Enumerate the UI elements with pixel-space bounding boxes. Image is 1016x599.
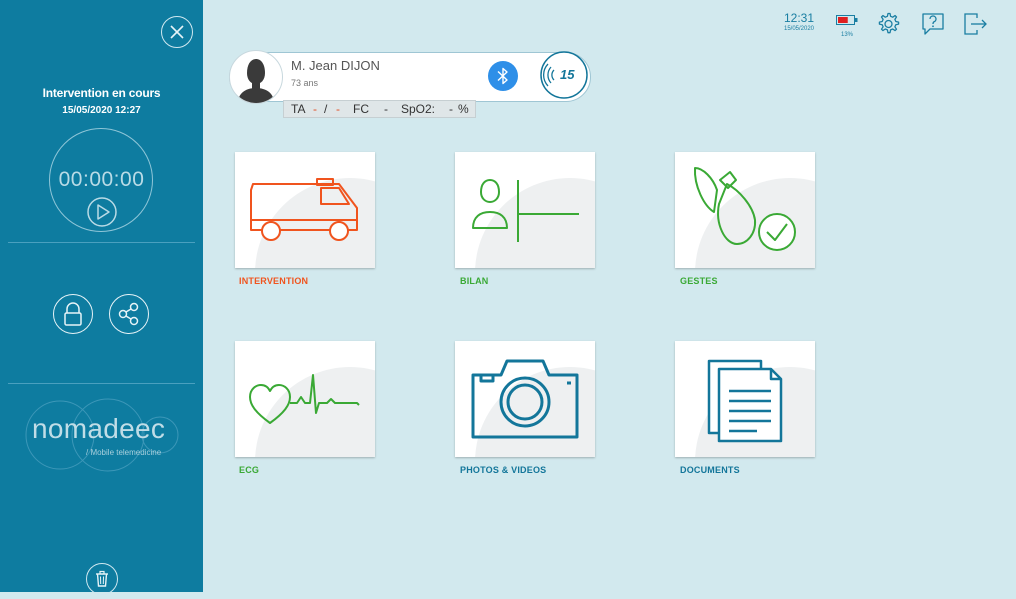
intervention-status-title: Intervention en cours bbox=[0, 86, 203, 100]
settings-button[interactable] bbox=[875, 11, 901, 37]
bluetooth-button[interactable] bbox=[488, 61, 518, 91]
intervention-status-datetime: 15/05/2020 12:27 bbox=[0, 105, 203, 116]
patient-card[interactable] bbox=[229, 52, 591, 102]
delete-button[interactable] bbox=[86, 563, 118, 595]
battery-status: 13% bbox=[836, 12, 858, 38]
ta-label: TA bbox=[291, 101, 305, 118]
battery-percent: 13% bbox=[836, 32, 858, 38]
close-icon bbox=[162, 17, 192, 47]
battery-icon bbox=[836, 15, 858, 25]
patient-assessment-icon bbox=[455, 152, 595, 268]
sidebar: Intervention en cours 15/05/2020 12:27 0… bbox=[0, 0, 203, 592]
tile-documents[interactable] bbox=[675, 341, 815, 457]
clock-time: 12:31 bbox=[776, 11, 822, 25]
tile-label-documents: DOCUMENTS bbox=[680, 465, 740, 475]
spo2-unit: % bbox=[458, 101, 469, 118]
lock-icon bbox=[54, 295, 92, 333]
patient-age: 73 ans bbox=[291, 78, 318, 88]
trash-icon bbox=[87, 564, 117, 594]
vitals-bar: TA - / - FC - SpO2: - % bbox=[283, 100, 476, 118]
camera-icon bbox=[455, 341, 595, 457]
fc-value: - bbox=[384, 101, 388, 118]
tile-bilan[interactable] bbox=[455, 152, 595, 268]
nomadeec-logo: nomadeec / Mobile telemedicine bbox=[20, 395, 190, 475]
play-icon bbox=[86, 196, 118, 228]
samu-15-badge[interactable]: 15 bbox=[540, 51, 588, 99]
tile-ecg[interactable] bbox=[235, 341, 375, 457]
ta-systolic: - bbox=[313, 101, 317, 118]
sidebar-divider bbox=[8, 383, 195, 384]
documents-icon bbox=[675, 341, 815, 457]
tile-label-bilan: BILAN bbox=[460, 276, 489, 286]
fc-label: FC bbox=[353, 101, 369, 118]
badge-number: 15 bbox=[560, 67, 574, 82]
tile-photos-videos[interactable] bbox=[455, 341, 595, 457]
spo2-label: SpO2: bbox=[401, 101, 435, 118]
tile-intervention[interactable] bbox=[235, 152, 375, 268]
tile-gestes[interactable] bbox=[675, 152, 815, 268]
patient-name: M. Jean DIJON bbox=[291, 58, 380, 73]
timer-play-button[interactable] bbox=[86, 196, 118, 228]
timer-display: 00:00:00 bbox=[0, 168, 203, 192]
share-icon bbox=[110, 295, 148, 333]
tile-label-gestes: GESTES bbox=[680, 276, 718, 286]
clock: 12:31 15/05/2020 bbox=[776, 11, 822, 32]
tile-label-photos-videos: PHOTOS & VIDEOS bbox=[460, 465, 546, 475]
clock-date: 15/05/2020 bbox=[776, 26, 822, 32]
help-icon bbox=[920, 11, 946, 37]
ta-diastolic: - bbox=[336, 101, 340, 118]
logo-subtitle: / Mobile telemedicine bbox=[86, 448, 161, 457]
share-button[interactable] bbox=[109, 294, 149, 334]
ecg-heart-icon bbox=[235, 341, 375, 457]
tile-label-intervention: INTERVENTION bbox=[239, 276, 308, 286]
ambulance-icon bbox=[235, 152, 375, 268]
logout-button[interactable] bbox=[963, 11, 989, 37]
medical-gestures-icon bbox=[675, 152, 815, 268]
spo2-value: - bbox=[449, 101, 453, 118]
person-avatar-icon bbox=[230, 51, 282, 103]
patient-avatar bbox=[229, 50, 283, 104]
help-button[interactable] bbox=[920, 11, 946, 37]
logout-icon bbox=[963, 11, 989, 37]
tile-label-ecg: ECG bbox=[239, 465, 259, 475]
close-button[interactable] bbox=[161, 16, 193, 48]
gear-icon bbox=[875, 11, 901, 37]
ta-separator: / bbox=[324, 101, 327, 118]
bluetooth-icon bbox=[488, 61, 518, 91]
lock-button[interactable] bbox=[53, 294, 93, 334]
logo-text: nomadeec bbox=[32, 413, 165, 445]
sidebar-divider bbox=[8, 242, 195, 243]
